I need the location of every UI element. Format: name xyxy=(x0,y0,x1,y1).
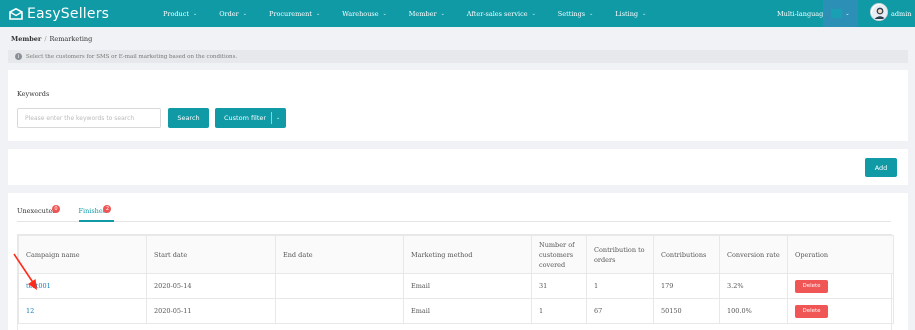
table-header-row: Campaign name Start date End date Market… xyxy=(18,235,894,274)
keywords-label: Keywords xyxy=(17,90,50,98)
column-header[interactable]: End date xyxy=(275,235,404,274)
menu-label: Member xyxy=(408,9,437,18)
campaign-name-link[interactable]: 12 xyxy=(18,298,147,324)
menu-after-sales[interactable]: After-sales service ⌄ xyxy=(467,10,536,18)
language-label[interactable]: Multi-language xyxy=(777,0,827,27)
annotation-arrow-icon xyxy=(13,253,37,290)
action-bar: Add xyxy=(8,149,908,185)
tab-label: Unexecuted xyxy=(17,207,57,215)
chevron-down-icon: ⌄ xyxy=(276,115,281,121)
contributions-cell: 50150 xyxy=(653,298,720,324)
table-row: test001 2020-05-14 Email 31 1 179 3.2% D… xyxy=(18,273,894,299)
avatar[interactable] xyxy=(870,3,888,21)
count-badge: 2 xyxy=(103,205,112,213)
count-badge: 0 xyxy=(52,205,60,213)
filter-panel: Keywords Please enter the keywords to se… xyxy=(8,70,908,141)
menu-label: Settings xyxy=(557,9,586,18)
menu-settings[interactable]: Settings ⌄ xyxy=(558,10,594,18)
chevron-down-icon: ⌄ xyxy=(440,10,445,17)
menu-label: Warehouse xyxy=(342,9,379,18)
menu-label: Listing xyxy=(615,9,639,18)
delete-button[interactable]: Delete xyxy=(795,304,828,318)
column-header[interactable]: Contributions xyxy=(653,235,720,274)
menu-label: Procurement xyxy=(268,9,312,18)
active-tab-indicator xyxy=(79,220,114,222)
orders-cell: 1 xyxy=(586,273,654,299)
chevron-down-icon: ⌄ xyxy=(642,10,647,17)
column-header[interactable]: Start date xyxy=(146,235,276,274)
add-button[interactable]: Add xyxy=(865,158,897,177)
brand-name: EasySellers xyxy=(27,5,110,22)
menu-label: After-sales service xyxy=(466,9,528,18)
end-date-cell xyxy=(275,298,404,324)
button-divider xyxy=(271,112,272,124)
chevron-down-icon: ⌄ xyxy=(382,10,387,17)
chevron-down-icon: ⌄ xyxy=(589,10,594,17)
chevron-down-icon: ⌄ xyxy=(242,10,247,17)
tab-finished[interactable]: Finished 2 xyxy=(78,205,112,221)
menu-product[interactable]: Product ⌄ xyxy=(163,10,197,18)
column-header[interactable]: Conversion rate xyxy=(719,235,788,274)
column-header: Operation xyxy=(787,235,894,274)
info-icon: i xyxy=(15,53,22,60)
menu-warehouse[interactable]: Warehouse ⌄ xyxy=(342,10,387,18)
operation-cell: Delete xyxy=(787,273,894,299)
column-header[interactable]: Contribution to orders xyxy=(586,235,654,274)
chevron-down-icon: ⌄ xyxy=(845,10,850,17)
campaign-table: Campaign name Start date End date Market… xyxy=(17,234,894,330)
custom-filter-button[interactable]: Custom filter ⌄ xyxy=(215,108,286,128)
end-date-cell xyxy=(275,273,404,299)
info-tip: i Select the customers for SMS or E-mail… xyxy=(8,50,908,63)
campaign-panel: Unexecuted 0 Finished 2 Campaign name St… xyxy=(8,193,908,330)
tab-divider xyxy=(17,221,891,222)
start-date-cell: 2020-05-11 xyxy=(146,298,276,324)
column-header[interactable]: Number of customers covered xyxy=(531,235,587,274)
method-cell: Email xyxy=(403,298,532,324)
menu-label: Order xyxy=(219,9,239,18)
keywords-input[interactable]: Please enter the keywords to search xyxy=(17,108,161,128)
menu-order[interactable]: Order ⌄ xyxy=(219,10,247,18)
custom-filter-label: Custom filter xyxy=(224,114,267,122)
brand-logo[interactable]: EasySellers xyxy=(9,4,109,23)
breadcrumb-parent[interactable]: Member xyxy=(11,35,41,43)
orders-cell: 67 xyxy=(586,298,654,324)
breadcrumb: Member / Remarketing xyxy=(11,35,92,43)
operation-cell: Delete xyxy=(787,298,894,324)
breadcrumb-separator: / xyxy=(44,35,47,43)
menu-label: Product xyxy=(163,9,189,18)
covered-cell: 1 xyxy=(531,298,587,324)
start-date-cell: 2020-05-14 xyxy=(146,273,276,299)
conversion-rate-cell: 3.2% xyxy=(719,273,788,299)
menu-member[interactable]: Member ⌄ xyxy=(409,10,445,18)
flag-icon xyxy=(831,9,843,18)
contributions-cell: 179 xyxy=(653,273,720,299)
tab-unexecuted[interactable]: Unexecuted 0 xyxy=(17,205,60,221)
chevron-down-icon: ⌄ xyxy=(531,10,536,17)
status-tabs: Unexecuted 0 Finished 2 xyxy=(17,205,125,221)
main-menu: Product ⌄ Order ⌄ Procurement ⌄ Warehouse ⌄ … xyxy=(163,0,668,27)
menu-procurement[interactable]: Procurement ⌄ xyxy=(269,10,320,18)
breadcrumb-current: Remarketing xyxy=(49,35,93,43)
covered-cell: 31 xyxy=(531,273,587,299)
search-button[interactable]: Search xyxy=(168,108,209,128)
language-selector[interactable]: ⌄ xyxy=(823,0,858,27)
logo-envelope-icon xyxy=(9,7,23,20)
tip-text: Select the customers for SMS or E-mail m… xyxy=(26,53,238,60)
menu-listing[interactable]: Listing ⌄ xyxy=(615,10,646,18)
conversion-rate-cell: 100.0% xyxy=(719,298,788,324)
method-cell: Email xyxy=(403,273,532,299)
delete-button[interactable]: Delete xyxy=(795,279,828,293)
username[interactable]: admin xyxy=(891,0,911,27)
user-avatar-icon xyxy=(872,5,887,20)
top-navbar: EasySellers Product ⌄ Order ⌄ Procurement ⌄… xyxy=(0,0,915,27)
table-row: 12 2020-05-11 Email 1 67 50150 100.0% De… xyxy=(18,298,894,324)
column-header[interactable]: Marketing method xyxy=(403,235,532,274)
chevron-down-icon: ⌄ xyxy=(315,10,321,17)
chevron-down-icon: ⌄ xyxy=(193,10,198,17)
